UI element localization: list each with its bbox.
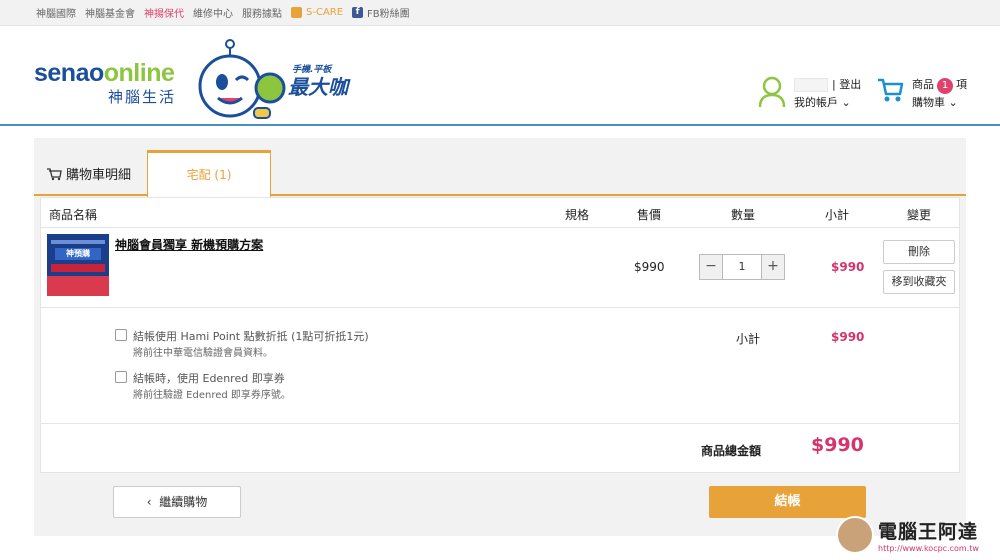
section-subtotal-value: $990: [831, 330, 865, 344]
continue-shopping-button[interactable]: ‹ 繼續購物: [113, 486, 241, 518]
username-field: [794, 78, 828, 92]
account-menu[interactable]: | 登出 我的帳戶 ⌄: [758, 76, 861, 112]
watermark: 電腦王阿達 http://www.kocpc.com.tw: [836, 516, 979, 554]
heart-icon: [291, 7, 302, 18]
chevron-down-icon: ⌄: [948, 96, 958, 109]
mascot-banner[interactable]: 手機.平板 最大咖: [188, 36, 358, 126]
tab-cart-detail-label: 購物車明細: [66, 168, 132, 183]
hami-point-label: 結帳使用 Hami Point 點數折抵 (1點可折抵1元): [133, 330, 369, 343]
total-value: $990: [811, 434, 864, 456]
qty-increase-button[interactable]: +: [762, 255, 784, 279]
quantity-stepper: − 1 +: [699, 254, 785, 280]
continue-shopping-label: 繼續購物: [159, 495, 208, 509]
site-header: senaoonline 神腦生活 手機.平板 最大咖 | 登出 我的帳戶 ⌄ 商…: [0, 26, 1000, 126]
cart-outline-icon: [47, 167, 62, 180]
table-row: 神預購 神腦會員獨享 新機預購方案 $990 − 1 + $990 刪除 移到收…: [41, 228, 959, 308]
logo-subtitle: 神腦生活: [108, 88, 177, 106]
product-subtotal: $990: [831, 260, 865, 274]
watermark-url: http://www.kocpc.com.tw: [878, 544, 979, 553]
edenred-option[interactable]: 結帳時，使用 Edenred 即享券 將前往驗證 Edenred 即享券序號。: [115, 370, 291, 404]
account-label: 我的帳戶: [794, 96, 838, 109]
user-icon: [758, 76, 786, 108]
cart-count-badge: 1: [937, 78, 953, 94]
qty-input[interactable]: 1: [722, 255, 762, 279]
section-subtotal-label: 小計: [736, 332, 761, 346]
move-to-favorites-button[interactable]: 移到收藏夾: [883, 270, 955, 294]
link-fb-fans[interactable]: f FB粉絲團: [352, 5, 410, 20]
mascot-text-big: 最大咖: [288, 75, 351, 99]
tab-cart-detail: 購物車明細: [46, 164, 131, 183]
cart-unit: 項: [956, 78, 967, 91]
hami-point-note: 將前往中華電信驗證會員資料。: [133, 348, 273, 359]
link-senao-insurance[interactable]: 神揚保代: [144, 5, 184, 20]
fb-label: FB粉絲團: [367, 9, 410, 20]
hami-point-option[interactable]: 結帳使用 Hami Point 點數折抵 (1點可折抵1元) 將前往中華電信驗證…: [115, 328, 369, 362]
header-price: 售價: [637, 208, 662, 222]
total-label: 商品總金額: [701, 444, 762, 458]
header-qty: 數量: [731, 208, 756, 222]
cart-menu[interactable]: 商品 1 項 購物車 ⌄: [876, 76, 967, 112]
scare-label: S-CARE: [306, 7, 344, 18]
edenred-label: 結帳時，使用 Edenred 即享券: [133, 372, 285, 385]
checkout-button[interactable]: 結帳: [709, 486, 866, 518]
link-repair-center[interactable]: 維修中心: [193, 5, 233, 20]
delete-button[interactable]: 刪除: [883, 240, 955, 264]
mascot-text-small: 手機.平板: [292, 64, 333, 75]
edenred-note: 將前往驗證 Edenred 即享券序號。: [133, 390, 291, 401]
watermark-name: 電腦王阿達: [878, 521, 979, 543]
thumb-label: 神預購: [55, 248, 101, 260]
product-name-link[interactable]: 神腦會員獨享 新機預購方案: [115, 236, 263, 253]
chevron-down-icon: ⌄: [841, 96, 851, 109]
total-row: 商品總金額 $990: [41, 424, 959, 472]
qty-decrease-button[interactable]: −: [700, 255, 722, 279]
logo-brand-a: senao: [34, 59, 104, 87]
logout-link[interactable]: 登出: [839, 78, 861, 91]
link-senao-intl[interactable]: 神腦國際: [36, 5, 76, 20]
top-utility-bar: 神腦國際 神腦基金會 神揚保代 維修中心 服務據點 S-CARE f FB粉絲團: [0, 0, 1000, 26]
logo-brand-b: online: [103, 59, 175, 87]
table-header: 商品名稱 規格 售價 數量 小計 變更: [41, 198, 959, 228]
discount-section: 結帳使用 Hami Point 點數折抵 (1點可折抵1元) 將前往中華電信驗證…: [41, 308, 959, 424]
link-senao-foundation[interactable]: 神腦基金會: [85, 5, 135, 20]
chevron-left-icon: ‹: [146, 495, 152, 509]
tab-home-delivery[interactable]: 宅配 (1): [147, 150, 271, 197]
cart-label-bottom: 購物車: [912, 96, 945, 109]
link-service-locations[interactable]: 服務據點: [242, 5, 282, 20]
cart-table: 商品名稱 規格 售價 數量 小計 變更 神預購 神腦會員獨享 新機預購方案 $9…: [40, 197, 960, 473]
link-scare[interactable]: S-CARE: [291, 7, 343, 18]
header-product-name: 商品名稱: [49, 208, 98, 222]
cart-tabs: 購物車明細 宅配 (1): [34, 150, 966, 197]
edenred-checkbox[interactable]: [115, 371, 127, 383]
cart-label-top: 商品: [912, 78, 934, 91]
header-subtotal: 小計: [825, 208, 850, 222]
cart-panel: 購物車明細 宅配 (1) 商品名稱 規格 售價 數量 小計 變更 神預購 神腦會…: [34, 138, 966, 536]
product-price: $990: [634, 260, 665, 274]
watermark-avatar: [836, 516, 874, 554]
product-thumbnail[interactable]: 神預購: [47, 234, 109, 296]
row-actions: 刪除 移到收藏夾: [883, 240, 955, 300]
hami-point-checkbox[interactable]: [115, 329, 127, 341]
senao-logo[interactable]: senaoonline 神腦生活: [34, 59, 176, 107]
header-change: 變更: [907, 208, 932, 222]
shopping-cart-icon: [878, 78, 904, 102]
header-spec: 規格: [565, 208, 590, 222]
facebook-icon: f: [352, 7, 364, 18]
